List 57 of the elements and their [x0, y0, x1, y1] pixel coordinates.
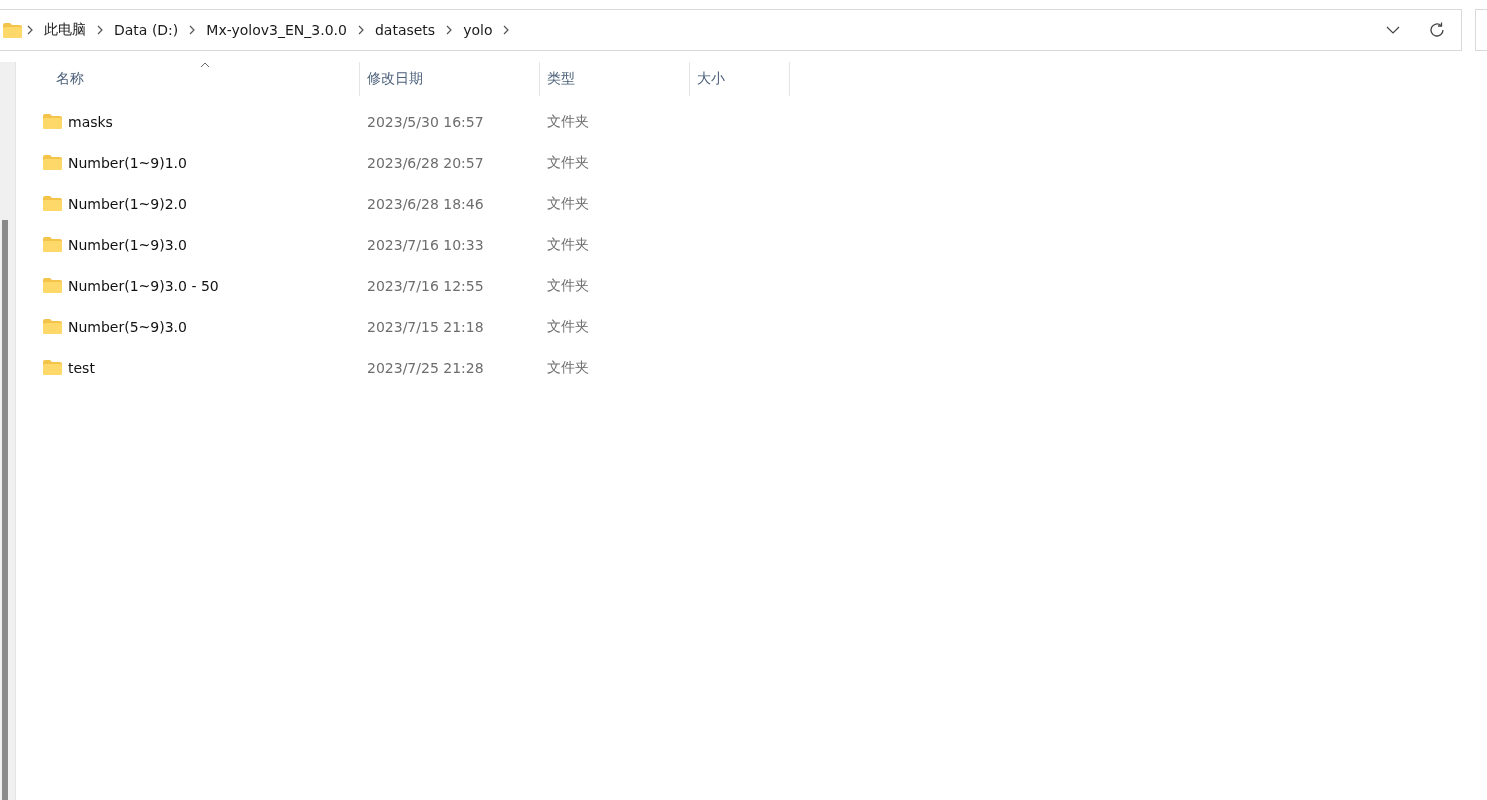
breadcrumb-item[interactable]: 此电脑: [38, 21, 92, 39]
chevron-right-icon[interactable]: [445, 25, 454, 35]
file-row[interactable]: Number(1~9)1.0 2023/6/28 20:57 文件夹: [16, 142, 1487, 183]
modified-date: 2023/6/28 20:57: [367, 154, 484, 171]
folder-icon: [43, 319, 62, 334]
file-row[interactable]: masks 2023/5/30 16:57 文件夹: [16, 101, 1487, 142]
column-header[interactable]: 名称: [20, 62, 360, 96]
folder-icon: [43, 237, 62, 252]
column-header[interactable]: 类型: [540, 62, 690, 96]
file-row[interactable]: Number(1~9)3.0 - 50 2023/7/16 12:55 文件夹: [16, 265, 1487, 306]
folder-icon: [43, 114, 62, 129]
file-type: 文件夹: [547, 153, 589, 172]
folder-icon: [3, 22, 22, 38]
breadcrumb-item[interactable]: yolo: [457, 22, 499, 38]
address-bar[interactable]: 此电脑 Data (D:) Mx-yolov3_EN_3.0.0 datasets yolo: [0, 9, 1462, 51]
chevron-right-icon[interactable]: [356, 25, 365, 35]
file-name: Number(1~9)2.0: [68, 195, 187, 212]
modified-date: 2023/6/28 18:46: [367, 195, 484, 212]
scrollbar-thumb[interactable]: [2, 220, 8, 800]
file-row[interactable]: Number(1~9)3.0 2023/7/16 10:33 文件夹: [16, 224, 1487, 265]
file-name: Number(1~9)3.0 - 50: [68, 277, 219, 294]
chevron-right-icon[interactable]: [96, 25, 104, 35]
search-field[interactable]: [1475, 9, 1487, 51]
folder-icon: [43, 360, 62, 375]
file-name: Number(1~9)1.0: [68, 154, 187, 171]
file-type: 文件夹: [547, 358, 589, 377]
folder-icon: [43, 278, 62, 293]
modified-date: 2023/7/16 12:55: [367, 277, 484, 294]
file-name: test: [68, 359, 95, 376]
refresh-icon[interactable]: [1428, 21, 1446, 39]
chevron-right-icon[interactable]: [26, 25, 34, 35]
folder-icon: [43, 196, 62, 211]
file-type: 文件夹: [547, 317, 589, 336]
breadcrumb-item[interactable]: Data (D:): [108, 22, 185, 38]
file-row[interactable]: Number(1~9)2.0 2023/6/28 18:46 文件夹: [16, 183, 1487, 224]
file-type: 文件夹: [547, 112, 589, 131]
file-type: 文件夹: [547, 194, 589, 213]
modified-date: 2023/7/15 21:18: [367, 318, 484, 335]
column-header[interactable]: 大小: [690, 62, 790, 96]
file-name: Number(1~9)3.0: [68, 236, 187, 253]
chevron-down-icon[interactable]: [1386, 26, 1400, 34]
breadcrumb-item[interactable]: Mx-yolov3_EN_3.0.0: [200, 22, 353, 38]
file-row[interactable]: test 2023/7/25 21:28 文件夹: [16, 347, 1487, 388]
column-header[interactable]: 修改日期: [360, 62, 540, 96]
modified-date: 2023/5/30 16:57: [367, 113, 484, 130]
file-type: 文件夹: [547, 276, 589, 295]
folder-icon: [43, 155, 62, 170]
modified-date: 2023/7/25 21:28: [367, 359, 484, 376]
file-type: 文件夹: [547, 235, 589, 254]
modified-date: 2023/7/16 10:33: [367, 236, 484, 253]
file-row[interactable]: Number(5~9)3.0 2023/7/15 21:18 文件夹: [16, 306, 1487, 347]
file-name: Number(5~9)3.0: [68, 318, 187, 335]
breadcrumb-item[interactable]: datasets: [368, 22, 442, 38]
sort-caret-icon: [200, 62, 210, 68]
file-name: masks: [68, 113, 113, 130]
chevron-right-icon[interactable]: [188, 25, 197, 35]
chevron-right-icon[interactable]: [502, 25, 511, 35]
